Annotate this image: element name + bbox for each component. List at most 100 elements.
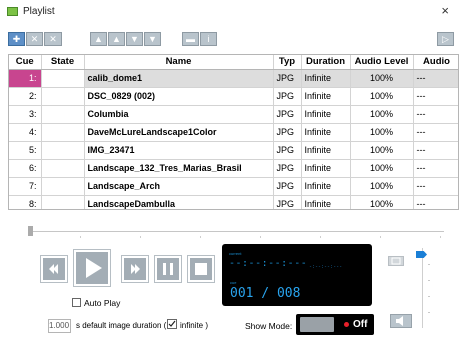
column-header-state[interactable]: State [41,55,85,70]
panel-toggle-icon: ▷ [442,34,449,44]
status-dot-icon [344,322,349,327]
playlist-table: Cue State Name Typ Duration Audio Level … [8,54,459,210]
move-down-button[interactable]: ▼ [126,32,143,46]
move-bottom-button[interactable]: ▼ [144,32,161,46]
auto-play-label: Auto Play [84,298,121,308]
table-row[interactable]: 7: Landscape_Arch JPG Infinite 100% --- [9,177,458,196]
default-duration-input[interactable]: 1.000 [48,319,71,333]
edit-button[interactable]: ▬ [182,32,199,46]
rewind-button[interactable] [41,256,67,282]
cue-cell: 1: [9,69,42,88]
pause-button[interactable] [155,256,181,282]
move-up-icon: ▲ [112,34,121,44]
volume-tick [428,280,430,281]
column-header-cue[interactable]: Cue [9,55,42,70]
add-icon: ✚ [12,34,21,44]
cue-cell: 4: [9,123,42,142]
move-top-button[interactable]: ▲ [90,32,107,46]
column-header-duration[interactable]: Duration [301,55,351,70]
name-cell: DSC_0829 (002) [84,87,274,106]
type-cell: JPG [273,141,302,160]
state-cell [41,87,85,106]
audio-level-cell: 100% [350,177,414,196]
type-cell: JPG [273,69,302,88]
slider-tick [380,236,381,238]
audio-cell: --- [413,69,458,88]
state-cell [41,69,85,88]
cue-cell: 7: [9,177,42,196]
panel-toggle-button[interactable]: ▷ [437,32,454,46]
name-cell: Landscape_132_Tres_Marias_Brasil [84,159,274,178]
remaining-time-readout: -:--:--:--- [309,264,343,270]
screen-icon [391,257,401,265]
table-row[interactable]: 3: Columbia JPG Infinite 100% --- [9,105,458,124]
duration-cell: Infinite [301,69,351,88]
table-row[interactable]: 1: calib_dome1 JPG Infinite 100% --- [9,69,458,88]
pause-icon [163,263,173,275]
info-icon: i [207,34,210,44]
volume-tick [428,264,430,265]
position-slider-thumb[interactable] [28,226,33,236]
mute-button[interactable] [390,314,412,328]
info-button[interactable]: i [200,32,217,46]
fast-forward-button[interactable] [122,256,148,282]
duration-cell: Infinite [301,87,351,106]
column-header-audio-level[interactable]: Audio Level [350,55,414,70]
cue-cell: 2: [9,87,42,106]
add-button[interactable]: ✚ [8,32,25,46]
table-row[interactable]: 6: Landscape_132_Tres_Marias_Brasil JPG … [9,159,458,178]
cue-counter: 001 / 008 [230,286,301,301]
play-button[interactable] [74,250,110,286]
audio-cell: --- [413,177,458,196]
move-down-icon: ▼ [130,34,139,44]
show-mode-toggle[interactable]: Off [296,314,374,335]
state-cell [41,141,85,160]
checkmark-icon [168,320,176,327]
infinite-checkbox[interactable] [167,319,177,329]
table-row[interactable]: 8: LandscapeDambulla JPG Infinite 100% -… [9,195,458,209]
playlist-app-icon [7,7,18,16]
fullscreen-button[interactable] [388,256,404,266]
duration-cell: Infinite [301,141,351,160]
move-up-button[interactable]: ▲ [108,32,125,46]
table-row[interactable]: 5: IMG_23471 JPG Infinite 100% --- [9,141,458,160]
column-header-type[interactable]: Typ [273,55,302,70]
volume-tick [428,312,430,313]
table-row[interactable]: 4: DaveMcLureLandscape1Color JPG Infinit… [9,123,458,142]
stop-button[interactable] [188,256,214,282]
rewind-icon [49,264,58,274]
state-cell [41,195,85,209]
cue-caption: cue [230,280,237,285]
audio-cell: --- [413,195,458,209]
type-cell: JPG [273,87,302,106]
type-cell: JPG [273,159,302,178]
type-cell: JPG [273,195,302,209]
close-button[interactable]: × [441,3,449,18]
column-header-name[interactable]: Name [84,55,274,70]
auto-play-checkbox[interactable] [72,298,81,307]
audio-level-cell: 100% [350,87,414,106]
audio-level-cell: 100% [350,105,414,124]
state-cell [41,177,85,196]
name-cell: calib_dome1 [84,69,274,88]
volume-slider-thumb[interactable] [416,251,427,258]
position-slider-track[interactable] [30,231,444,232]
name-cell: Landscape_Arch [84,177,274,196]
state-cell [41,159,85,178]
state-cell [41,105,85,124]
remove-icon: ✕ [30,34,39,44]
remove-button[interactable]: ✕ [26,32,43,46]
current-time-readout: --:--:--:--- [229,258,308,269]
table-row[interactable]: 2: DSC_0829 (002) JPG Infinite 100% --- [9,87,458,106]
play-icon [86,258,102,278]
title-bar: Playlist × [0,0,460,24]
remove-all-button[interactable]: ✕ [44,32,62,46]
cue-cell: 6: [9,159,42,178]
audio-cell: --- [413,123,458,142]
column-header-audio[interactable]: Audio [413,55,458,70]
volume-slider-track[interactable] [422,248,423,328]
slider-tick [320,236,321,238]
slider-tick [140,236,141,238]
default-duration-label: s default image duration ( [76,321,167,330]
infinite-label: infinite ) [180,321,209,330]
